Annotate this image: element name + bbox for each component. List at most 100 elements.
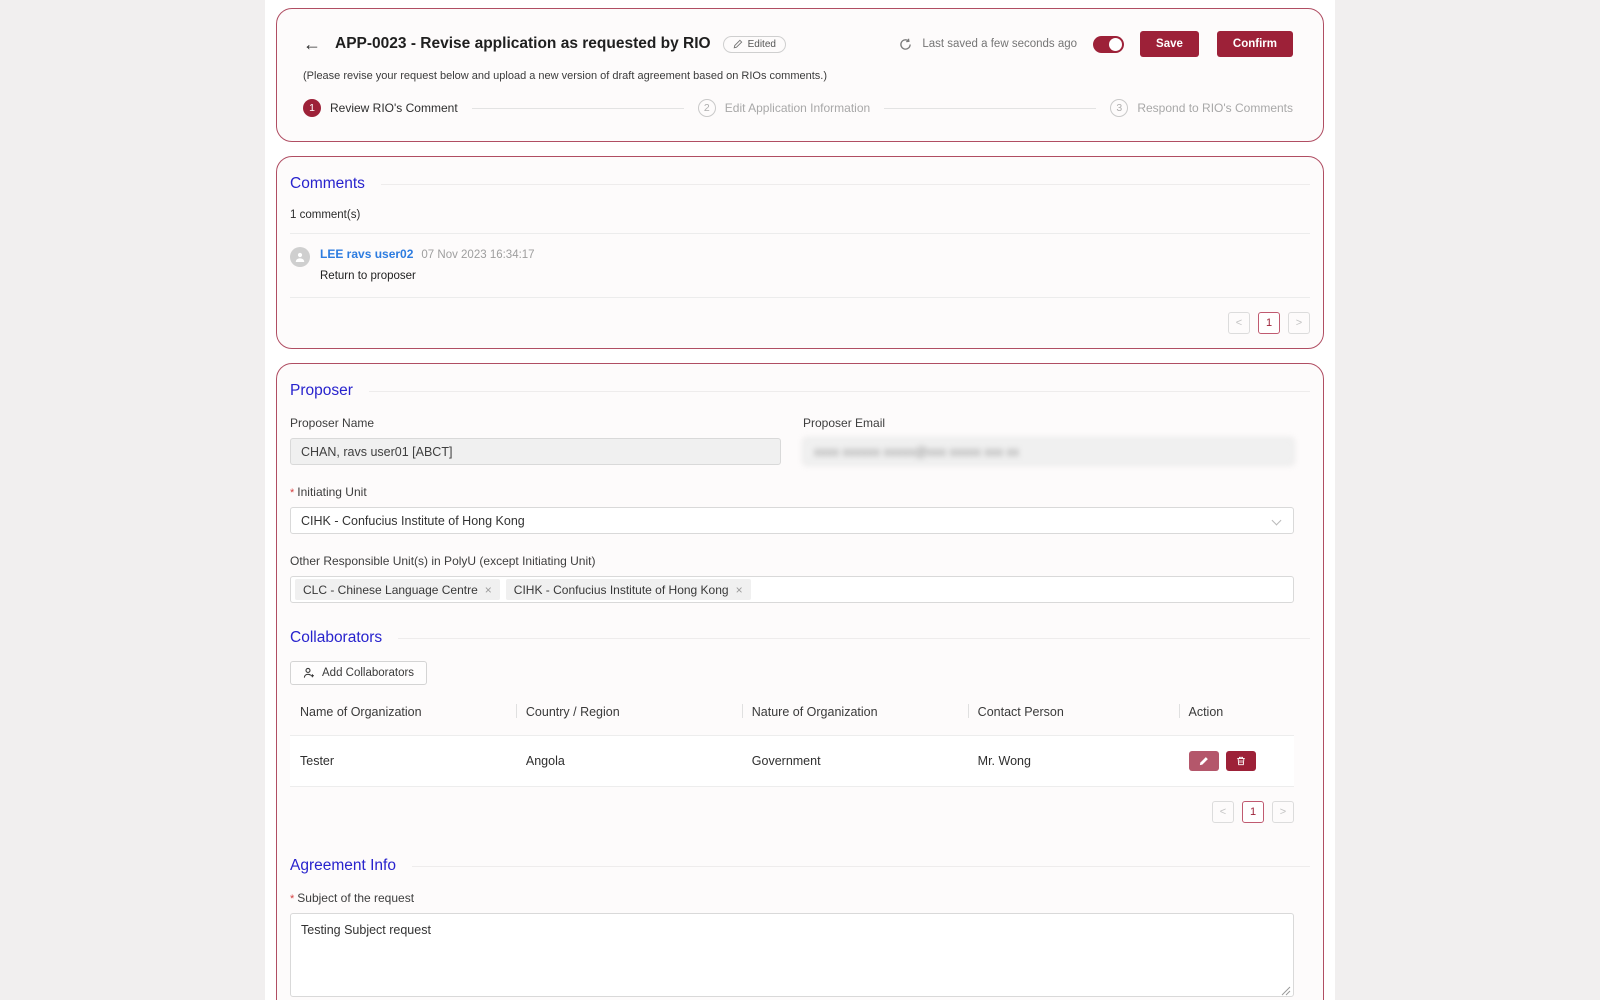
table-row: Tester Angola Government Mr. Wong xyxy=(290,736,1294,787)
step-3-indicator: 3 xyxy=(1110,99,1128,117)
step-2-indicator: 2 xyxy=(698,99,716,117)
proposer-section-head: Proposer xyxy=(290,382,1310,400)
proposer-name-label: Proposer Name xyxy=(290,416,781,430)
proposer-email-group: Proposer Email xyxy=(803,416,1294,465)
initiating-unit-label: *Initiating Unit xyxy=(290,485,1294,499)
page-title: APP-0023 - Revise application as request… xyxy=(335,35,711,53)
initiating-unit-group: *Initiating Unit CIHK - Confucius Instit… xyxy=(290,485,1294,534)
section-rule xyxy=(412,866,1310,867)
sync-icon xyxy=(899,38,912,51)
remove-tag-icon[interactable]: × xyxy=(736,583,743,597)
add-collaborators-label: Add Collaborators xyxy=(322,667,414,679)
column-nature-of-organization: Nature of Organization xyxy=(742,695,968,736)
other-units-label: Other Responsible Unit(s) in PolyU (exce… xyxy=(290,554,1294,568)
save-button[interactable]: Save xyxy=(1140,31,1199,57)
cell-organization-name: Tester xyxy=(290,736,516,787)
resize-handle-icon[interactable] xyxy=(1281,986,1291,996)
other-units-group: Other Responsible Unit(s) in PolyU (exce… xyxy=(290,554,1294,603)
page-1-button[interactable]: 1 xyxy=(1242,801,1264,823)
comment-meta: LEE ravs user02 07 Nov 2023 16:34:17 xyxy=(320,247,535,261)
unit-tag: CLC - Chinese Language Centre × xyxy=(295,579,500,600)
user-avatar-icon xyxy=(290,247,310,267)
step-review-rio-comment[interactable]: 1 Review RIO's Comment xyxy=(303,99,458,117)
comments-card: Comments 1 comment(s) LEE ravs user02 07… xyxy=(276,156,1324,349)
trash-icon xyxy=(1236,756,1246,766)
section-rule xyxy=(369,391,1310,392)
title-row: ← APP-0023 - Revise application as reque… xyxy=(303,31,1293,57)
other-units-multiselect[interactable]: CLC - Chinese Language Centre × CIHK - C… xyxy=(290,576,1294,603)
proposer-section-title: Proposer xyxy=(290,382,353,400)
application-form-card: Proposer Proposer Name Proposer Email *I… xyxy=(276,363,1324,1000)
proposer-section-body: Proposer Name Proposer Email *Initiating… xyxy=(290,416,1310,603)
step-3-label: Respond to RIO's Comments xyxy=(1137,101,1293,115)
proposer-email-field xyxy=(803,438,1294,465)
confirm-button[interactable]: Confirm xyxy=(1217,31,1293,57)
column-country-region: Country / Region xyxy=(516,695,742,736)
comments-section-title: Comments xyxy=(290,175,365,193)
comment-timestamp: 07 Nov 2023 16:34:17 xyxy=(421,249,534,261)
cell-contact-person: Mr. Wong xyxy=(968,736,1179,787)
page-subtitle: (Please revise your request below and up… xyxy=(303,70,1293,82)
collaborators-section-body: Add Collaborators Name of Organization C… xyxy=(290,647,1310,823)
remove-tag-icon[interactable]: × xyxy=(485,583,492,597)
step-1-label: Review RIO's Comment xyxy=(330,101,458,115)
unit-tag-label: CIHK - Confucius Institute of Hong Kong xyxy=(514,583,729,597)
autosave-status-text: Last saved a few seconds ago xyxy=(922,38,1077,50)
comment-content: LEE ravs user02 07 Nov 2023 16:34:17 Ret… xyxy=(320,247,535,282)
required-marker: * xyxy=(290,893,294,905)
comments-section-head: Comments xyxy=(290,175,1310,193)
agreement-section-body: *Subject of the request 23 / 500 *Type o… xyxy=(290,891,1310,1000)
step-2-label: Edit Application Information xyxy=(725,101,870,115)
wizard-stepper: 1 Review RIO's Comment 2 Edit Applicatio… xyxy=(303,99,1293,117)
comment-body: Return to proposer xyxy=(320,270,535,282)
section-rule xyxy=(398,638,1310,639)
divider xyxy=(290,297,1310,298)
next-page-button[interactable]: > xyxy=(1288,312,1310,334)
agreement-info-section-head: Agreement Info xyxy=(290,857,1310,875)
step-connector xyxy=(884,108,1096,109)
initiating-unit-value: CIHK - Confucius Institute of Hong Kong xyxy=(301,514,525,528)
subject-label-text: Subject of the request xyxy=(297,891,414,905)
collaborators-pagination: < 1 > xyxy=(290,801,1294,823)
step-1-indicator: 1 xyxy=(303,99,321,117)
subject-textarea-wrap xyxy=(290,913,1294,1000)
pencil-icon xyxy=(733,39,743,49)
proposer-name-field xyxy=(290,438,781,465)
column-name-of-organization: Name of Organization xyxy=(290,695,516,736)
add-collaborators-button[interactable]: Add Collaborators xyxy=(290,661,427,685)
cell-nature: Government xyxy=(742,736,968,787)
subject-textarea[interactable] xyxy=(290,913,1294,997)
collaborators-section-head: Collaborators xyxy=(290,629,1310,647)
unit-tag-label: CLC - Chinese Language Centre xyxy=(303,583,478,597)
delete-collaborator-button[interactable] xyxy=(1226,751,1256,771)
prev-page-button[interactable]: < xyxy=(1228,312,1250,334)
column-action: Action xyxy=(1179,695,1295,736)
collaborators-table: Name of Organization Country / Region Na… xyxy=(290,695,1294,787)
proposer-email-label: Proposer Email xyxy=(803,416,1294,430)
edit-pencil-icon xyxy=(1199,756,1209,766)
collaborators-section-title: Collaborators xyxy=(290,629,382,647)
autosave-toggle[interactable] xyxy=(1093,36,1124,53)
edit-collaborator-button[interactable] xyxy=(1189,751,1219,771)
next-page-button[interactable]: > xyxy=(1272,801,1294,823)
initiating-unit-label-text: Initiating Unit xyxy=(297,485,366,499)
back-arrow-icon[interactable]: ← xyxy=(303,35,321,53)
column-contact-person: Contact Person xyxy=(968,695,1179,736)
comment-item: LEE ravs user02 07 Nov 2023 16:34:17 Ret… xyxy=(290,234,1310,297)
prev-page-button[interactable]: < xyxy=(1212,801,1234,823)
toggle-knob xyxy=(1109,38,1122,51)
subject-group: *Subject of the request 23 / 500 xyxy=(290,891,1294,1000)
unit-tag: CIHK - Confucius Institute of Hong Kong … xyxy=(506,579,751,600)
page-1-button[interactable]: 1 xyxy=(1258,312,1280,334)
section-rule xyxy=(381,184,1310,185)
agreement-info-section-title: Agreement Info xyxy=(290,857,396,875)
initiating-unit-select[interactable]: CIHK - Confucius Institute of Hong Kong xyxy=(290,507,1294,534)
comment-author-link[interactable]: LEE ravs user02 xyxy=(320,247,413,261)
row-actions xyxy=(1189,751,1285,771)
step-edit-application-information[interactable]: 2 Edit Application Information xyxy=(698,99,870,117)
comments-pagination: < 1 > xyxy=(290,312,1310,334)
header-card: ← APP-0023 - Revise application as reque… xyxy=(276,8,1324,142)
edited-status-badge: Edited xyxy=(723,36,786,53)
add-person-icon xyxy=(303,667,315,679)
step-respond-to-rio-comments[interactable]: 3 Respond to RIO's Comments xyxy=(1110,99,1293,117)
